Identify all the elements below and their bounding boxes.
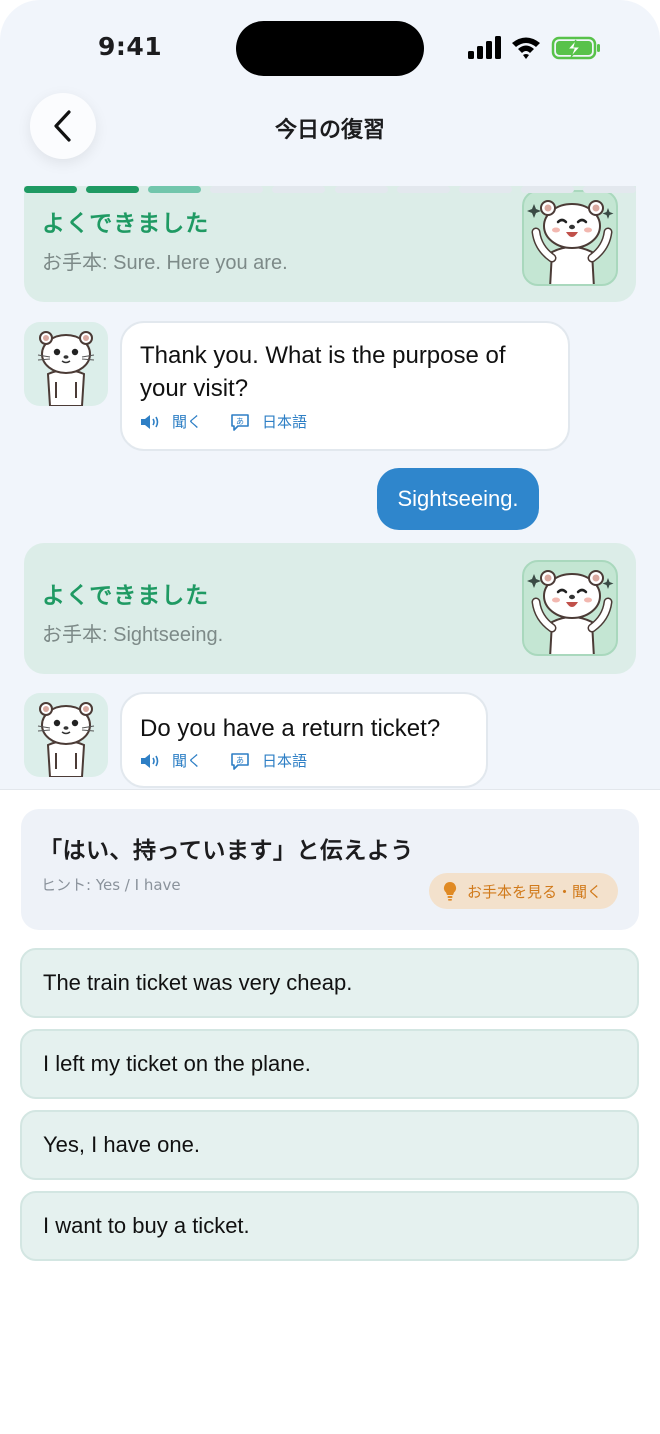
translate-button[interactable]: あ 日本語 bbox=[230, 750, 307, 771]
feedback-model-answer: お手本: Sightseeing. bbox=[42, 624, 224, 646]
celebrating-mascot-image bbox=[522, 560, 618, 656]
svg-text:あ: あ bbox=[236, 417, 244, 426]
chat-feed[interactable]: よくできました お手本: Sure. Here you are. Thank y… bbox=[0, 186, 660, 790]
feedback-card: よくできました お手本: Sightseeing. bbox=[24, 543, 636, 674]
listen-button[interactable]: 聞く bbox=[140, 750, 202, 771]
show-model-answer-button[interactable]: お手本を見る・聞く bbox=[428, 873, 618, 909]
wifi-icon bbox=[512, 37, 540, 59]
progress-segment bbox=[24, 186, 78, 193]
japanese-label: 日本語 bbox=[262, 413, 308, 431]
translate-icon: あ bbox=[231, 752, 249, 770]
progress-segment bbox=[396, 186, 450, 193]
answer-option[interactable]: The train ticket was very cheap. bbox=[20, 948, 639, 1018]
signal-icon bbox=[468, 36, 501, 59]
panel-divider bbox=[0, 789, 660, 790]
ferret-avatar bbox=[24, 693, 108, 777]
page-title: 今日の復習 bbox=[274, 118, 385, 143]
tutor-message-text: Thank you. What is the purpose of your v… bbox=[140, 342, 506, 402]
listen-label: 聞く bbox=[172, 752, 203, 770]
listen-label: 聞く bbox=[172, 413, 203, 431]
dynamic-island bbox=[236, 21, 424, 76]
answer-option[interactable]: I left my ticket on the plane. bbox=[20, 1029, 639, 1099]
show-model-answer-label: お手本を見る・聞く bbox=[466, 882, 602, 901]
progress-segment bbox=[520, 186, 574, 193]
listen-button[interactable]: 聞く bbox=[140, 411, 202, 432]
progress-segment bbox=[86, 186, 140, 193]
task-hint: ヒント: Yes / I have bbox=[41, 876, 181, 894]
feedback-title: よくできました bbox=[42, 583, 210, 609]
tutor-message-bubble: Thank you. What is the purpose of your v… bbox=[120, 321, 570, 451]
message-actions: 聞く あ 日本語 bbox=[140, 750, 335, 771]
feedback-title: よくできました bbox=[42, 211, 210, 237]
speaker-icon bbox=[141, 414, 159, 429]
speaker-icon bbox=[141, 753, 159, 768]
progress-segment bbox=[210, 186, 264, 193]
status-time: 9:41 bbox=[98, 32, 163, 61]
tutor-message-bubble: Do you have a return ticket? 聞く あ 日本語 bbox=[120, 692, 488, 788]
tutor-message-text: Do you have a return ticket? bbox=[140, 715, 441, 742]
task-prompt: 「はい、持っています」と伝えよう bbox=[39, 838, 414, 864]
task-prompt-card: 「はい、持っています」と伝えよう ヒント: Yes / I have お手本を見… bbox=[21, 809, 639, 930]
user-reply-bubble: Sightseeing. bbox=[377, 468, 539, 530]
progress-segment bbox=[458, 186, 512, 193]
answer-option[interactable]: I want to buy a ticket. bbox=[20, 1191, 639, 1261]
battery-icon bbox=[551, 36, 600, 60]
feedback-model-answer: お手本: Sure. Here you are. bbox=[42, 252, 288, 274]
celebrating-mascot-image bbox=[522, 190, 618, 286]
translate-icon: あ bbox=[231, 413, 249, 431]
progress-segment bbox=[272, 186, 326, 193]
svg-text:あ: あ bbox=[236, 756, 244, 765]
progress-segment bbox=[582, 186, 636, 193]
status-icons bbox=[468, 36, 600, 60]
answer-option[interactable]: Yes, I have one. bbox=[20, 1110, 639, 1180]
progress-segment bbox=[334, 186, 388, 193]
progress-segment bbox=[148, 186, 202, 193]
translate-button[interactable]: あ 日本語 bbox=[230, 411, 307, 432]
japanese-label: 日本語 bbox=[262, 752, 308, 770]
lesson-progress-bar bbox=[24, 186, 636, 193]
message-actions: 聞く あ 日本語 bbox=[140, 411, 335, 432]
lightbulb-icon bbox=[443, 881, 457, 901]
feedback-card: よくできました お手本: Sure. Here you are. bbox=[24, 186, 636, 302]
ferret-avatar bbox=[24, 322, 108, 406]
